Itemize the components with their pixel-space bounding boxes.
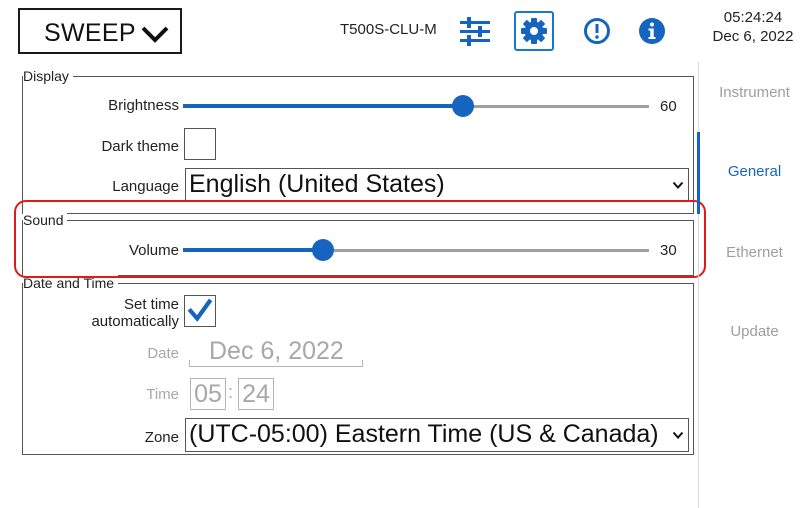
date-label: Date	[147, 345, 179, 362]
display-group: Display Brightness 60 Dark theme Languag…	[22, 67, 694, 214]
date-time-group-title: Date and Time	[23, 274, 119, 292]
zone-dropdown[interactable]: (UTC-05:00) Eastern Time (US & Canada)	[185, 418, 689, 452]
nav-item-update[interactable]: Update	[699, 323, 809, 340]
time-separator: :	[228, 382, 234, 402]
nav-item-ethernet[interactable]: Ethernet	[699, 244, 809, 261]
top-bar: SWEEP T500S-CLU-M 05:24:24 Dec 6, 2022	[0, 0, 809, 62]
dark-theme-label: Dark theme	[101, 138, 179, 155]
clock-date: Dec 6, 2022	[712, 28, 794, 45]
set-time-auto-label: Set time automatically	[91, 296, 179, 330]
info-icon[interactable]	[635, 12, 669, 50]
nav-item-instrument[interactable]: Instrument	[699, 84, 809, 101]
dark-theme-checkbox[interactable]	[184, 128, 216, 160]
sound-group-title: Sound	[23, 211, 68, 229]
brightness-slider[interactable]	[183, 95, 649, 117]
side-nav: Instrument General Ethernet Update	[697, 62, 809, 508]
brightness-value: 60	[660, 98, 677, 115]
clock: 05:24:24 Dec 6, 2022	[703, 8, 803, 46]
zone-label: Zone	[144, 429, 179, 446]
mode-label: SWEEP	[44, 19, 136, 47]
slider-thumb[interactable]	[452, 95, 474, 117]
slider-fill	[183, 104, 463, 108]
time-label: Time	[146, 386, 179, 403]
set-time-auto-label-line2: automatically	[91, 313, 179, 330]
slider-fill	[183, 248, 323, 252]
brightness-label: Brightness	[108, 97, 179, 114]
volume-label: Volume	[128, 242, 179, 259]
display-group-title: Display	[23, 67, 73, 85]
device-name: T500S-CLU-M	[340, 21, 437, 38]
language-dropdown[interactable]: English (United States)	[185, 168, 689, 202]
volume-value: 30	[660, 242, 677, 259]
date-field: Dec 6, 2022	[189, 337, 363, 367]
checkmark-icon	[187, 298, 213, 322]
settings-panel: Display Brightness 60 Dark theme Languag…	[8, 62, 698, 508]
sound-group: Sound Volume 30	[22, 211, 694, 276]
chevron-down-icon	[672, 181, 684, 189]
chevron-down-icon	[672, 431, 684, 439]
gear-icon	[521, 18, 547, 44]
alert-icon[interactable]	[580, 12, 614, 50]
time-hours-field: 05	[190, 378, 226, 410]
slider-thumb[interactable]	[312, 239, 334, 261]
set-time-auto-label-line1: Set time	[123, 296, 179, 313]
date-value: Dec 6, 2022	[209, 337, 344, 365]
sliders-icon[interactable]	[458, 12, 492, 50]
mode-dropdown[interactable]: SWEEP	[18, 8, 182, 54]
settings-button[interactable]	[514, 11, 554, 51]
volume-slider[interactable]	[183, 239, 649, 261]
chevron-down-icon	[141, 26, 169, 43]
language-value: English (United States)	[189, 170, 445, 198]
set-time-auto-checkbox[interactable]	[184, 295, 216, 327]
clock-time: 05:24:24	[723, 9, 783, 26]
time-minutes-field: 24	[238, 378, 274, 410]
zone-value: (UTC-05:00) Eastern Time (US & Canada)	[189, 420, 659, 448]
date-time-group: Date and Time Set time automatically Dat…	[22, 274, 694, 455]
nav-item-general[interactable]: General	[699, 163, 809, 180]
language-label: Language	[112, 178, 179, 195]
